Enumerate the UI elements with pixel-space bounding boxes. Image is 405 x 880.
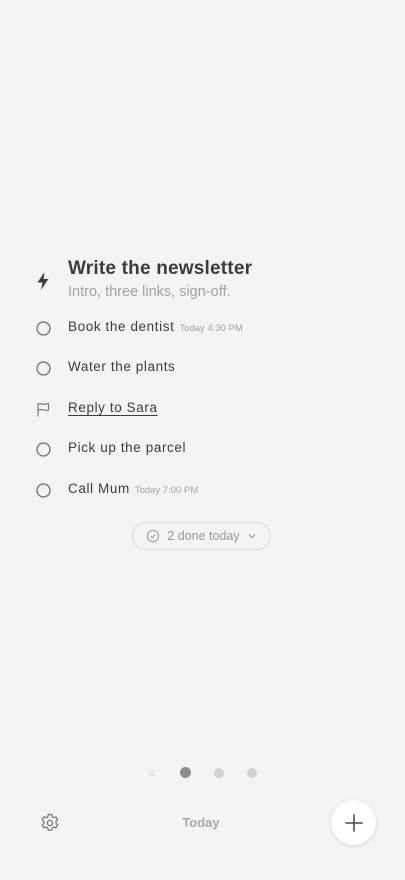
done-today-label: 2 done today (167, 529, 240, 543)
tab-today[interactable]: Today (160, 815, 242, 830)
task-label: Reply to Sara (68, 400, 158, 415)
task-item-flagged[interactable]: Reply to Sara (0, 389, 405, 429)
focus-task[interactable]: Write the newsletter Intro, three links,… (0, 257, 405, 303)
task-item[interactable]: Pick up the parcel (0, 429, 405, 469)
task-due-time: Today 4:30 PM (179, 323, 243, 334)
task-item[interactable]: Book the dentist Today 4:30 PM (0, 308, 405, 348)
circle-checkbox-icon[interactable] (35, 482, 52, 499)
focus-note: Intro, three links, sign-off. (68, 284, 231, 300)
task-item[interactable]: Water the plants (0, 348, 405, 388)
task-due-time: Today 7:00 PM (134, 485, 199, 496)
page-dot[interactable] (149, 770, 155, 776)
gear-icon[interactable] (39, 812, 61, 834)
circle-checkbox-icon[interactable] (35, 320, 52, 337)
task-item[interactable]: Call Mum Today 7:00 PM (0, 470, 405, 510)
focus-title[interactable]: Write the newsletter (68, 258, 252, 280)
circle-checkbox-icon[interactable] (35, 441, 52, 458)
bottom-bar: Today (0, 800, 405, 846)
circle-checkbox-icon[interactable] (35, 360, 52, 377)
page-dot[interactable] (214, 768, 224, 778)
check-circle-icon (147, 529, 160, 543)
flag-icon[interactable] (35, 401, 52, 418)
task-label: Book the dentist Today 4:30 PM (68, 319, 243, 334)
page-dot-active[interactable] (180, 767, 191, 778)
page-dot[interactable] (247, 768, 257, 778)
plus-icon (344, 813, 363, 832)
task-label: Pick up the parcel (68, 440, 187, 455)
add-task-button[interactable] (331, 800, 376, 845)
done-today-toggle[interactable]: 2 done today (132, 522, 271, 550)
task-label: Call Mum Today 7:00 PM (68, 481, 199, 496)
bolt-icon (37, 272, 49, 290)
chevron-down-icon (248, 534, 256, 539)
page-indicator[interactable] (0, 767, 405, 779)
task-label: Water the plants (68, 359, 176, 374)
